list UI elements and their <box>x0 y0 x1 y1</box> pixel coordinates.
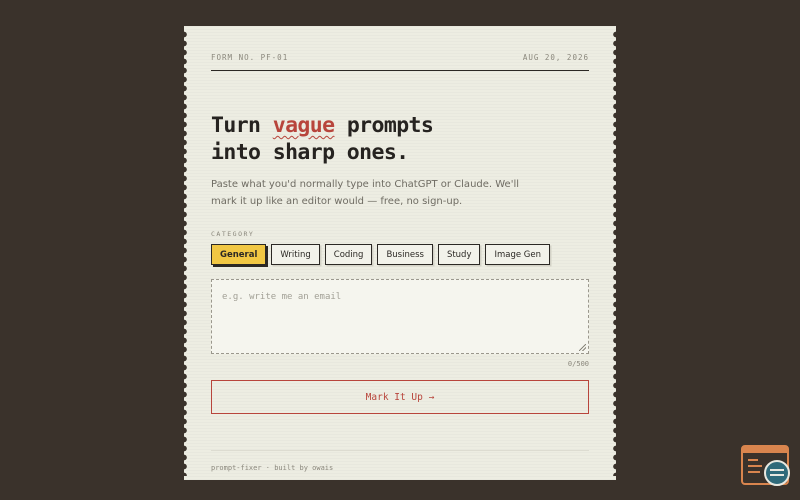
title-line-2: into sharp ones. <box>211 140 409 165</box>
form-date: AUG 20, 2026 <box>522 53 589 62</box>
category-chip-writing[interactable]: Writing <box>271 244 320 265</box>
category-chip-general[interactable]: General <box>211 244 267 265</box>
category-chip-coding[interactable]: Coding <box>324 244 373 265</box>
mark-it-up-button[interactable]: Mark It Up → <box>211 380 589 414</box>
category-chip-study[interactable]: Study <box>437 244 481 265</box>
category-label: CATEGORY <box>211 230 255 238</box>
form-card: FORM NO. PF-01 AUG 20, 2026 Turn vague p… <box>180 26 620 480</box>
title-part-1: Turn <box>211 113 273 138</box>
badge-lines <box>748 459 762 477</box>
form-header: FORM NO. PF-01 AUG 20, 2026 <box>211 53 589 71</box>
prompt-input[interactable] <box>212 280 588 353</box>
category-chip-image-gen[interactable]: Image Gen <box>485 244 551 265</box>
page-subtitle: Paste what you'd normally type into Chat… <box>211 179 520 207</box>
badge-titlebar <box>743 447 787 453</box>
category-chip-business[interactable]: Business <box>377 244 433 265</box>
footer-credit: prompt-fixer · built by owais <box>211 464 334 472</box>
prompt-input-wrapper <box>211 279 589 354</box>
footer-divider <box>211 450 589 451</box>
browser-window-search-icon[interactable] <box>741 445 790 486</box>
perforation-right <box>612 30 620 476</box>
page-background: FORM NO. PF-01 AUG 20, 2026 Turn vague p… <box>0 0 800 500</box>
character-counter: 0/500 <box>567 360 589 368</box>
magnifier-icon <box>764 460 790 486</box>
category-chip-group: General Writing Coding Business Study Im… <box>211 244 551 265</box>
page-title: Turn vague prompts into sharp ones. <box>211 112 434 166</box>
title-part-2: prompts <box>334 113 434 138</box>
resize-handle[interactable] <box>579 344 586 351</box>
title-accent-word: vague <box>272 113 335 138</box>
form-number: FORM NO. PF-01 <box>211 53 289 62</box>
perforation-left <box>180 30 188 476</box>
